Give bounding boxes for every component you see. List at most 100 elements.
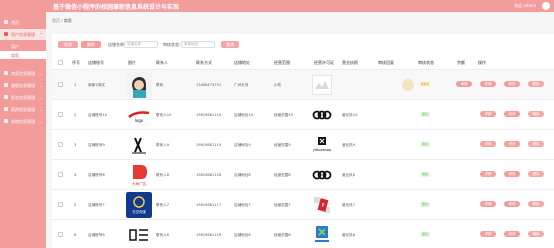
add-button[interactable]: 新增: [58, 41, 78, 48]
row-checkbox[interactable]: [58, 232, 63, 237]
row-phone: 13456473751: [196, 83, 222, 87]
svg-text:P: P: [321, 203, 324, 209]
review-button[interactable]: 审核: [456, 81, 472, 87]
detail-button[interactable]: 详情: [480, 201, 496, 207]
delete-button[interactable]: 删除: [81, 41, 101, 48]
breadcrumb-sep: /: [61, 18, 63, 23]
edit-button[interactable]: 修改: [504, 141, 520, 147]
shop-name-input[interactable]: 店铺名称: [124, 41, 158, 48]
row-checkbox[interactable]: [58, 142, 63, 147]
row-account: 店铺账号10: [88, 113, 107, 117]
table-row: 4 店铺账号8 大海广告 联系人8 19819881118 店铺地址8 经营范围…: [52, 160, 554, 190]
row-scope: 小吃: [274, 83, 282, 87]
th-actions: 操作: [478, 60, 486, 65]
sidebar-sub-merchant[interactable]: 商家: [0, 51, 46, 59]
table-row: 3 店铺账号9 联系人9 19819881119 店铺地址9 经营范围9 yid…: [52, 130, 554, 160]
delete-row-button[interactable]: 删除: [528, 81, 544, 87]
th-image: 图片: [128, 60, 136, 65]
table-row: 1 商家1测试 联系 13456473751 广州天河 小吃 待审核 审核 详情…: [52, 70, 554, 100]
row-scope: 经营范围6: [274, 233, 291, 237]
sidebar-item-merchant[interactable]: 商家信息管理 ⌄: [0, 68, 46, 79]
row-phone: 19819881119: [196, 143, 222, 147]
sidebar-sub-user[interactable]: 用户: [0, 42, 46, 50]
edit-button[interactable]: 修改: [504, 201, 520, 207]
row-account: 店铺账号7: [88, 203, 105, 207]
license-image: [312, 224, 332, 244]
chevron-down-icon: ⌄: [39, 71, 43, 76]
sidebar-item-signup[interactable]: 报名信息管理 ⌄: [0, 92, 46, 103]
status-badge: 通过: [420, 232, 430, 237]
shop-image: 天空传媒: [126, 192, 152, 218]
status-badge: 通过: [420, 202, 430, 207]
detail-button[interactable]: 详情: [480, 81, 496, 87]
row-contact: 联系人8: [156, 173, 170, 177]
select-all-checkbox[interactable]: [58, 60, 63, 65]
sidebar-item-home[interactable]: 首页: [0, 17, 46, 28]
license-image: [312, 105, 332, 125]
sidebar-item-system[interactable]: 系统信息管理 ⌄: [0, 116, 46, 127]
row-phone: 19819881118: [196, 173, 222, 177]
table-header: 序号 店铺账号 图片 联系人 联系方式 店铺地址 经营范围 经营许可证 营业执照…: [52, 56, 554, 70]
status-badge: 待审核: [420, 82, 430, 87]
edit-button[interactable]: 修改: [504, 171, 520, 177]
sidebar-item-users[interactable]: 用户信息管理 ⌃: [0, 29, 46, 40]
search-button[interactable]: 查询: [221, 41, 239, 48]
row-no: 3: [74, 143, 77, 147]
edit-button[interactable]: 修改: [504, 81, 520, 87]
status-label: 审核状态：: [163, 42, 183, 47]
license-image: P: [312, 195, 332, 215]
detail-button[interactable]: 详情: [480, 231, 496, 237]
row-address: 店铺地址8: [234, 173, 251, 177]
row-checkbox[interactable]: [58, 112, 63, 117]
delete-row-button[interactable]: 删除: [528, 111, 544, 117]
user-icon: [4, 32, 8, 36]
status-badge: 通过: [420, 112, 430, 117]
table-row: 2 店铺账号10 logo 联系人10 19819881110 店铺地址10 经…: [52, 100, 554, 130]
row-no: 2: [74, 113, 77, 117]
th-address: 店铺地址: [234, 60, 250, 65]
avatar[interactable]: [542, 2, 550, 10]
edit-button[interactable]: 修改: [504, 111, 520, 117]
chevron-down-icon: ⌄: [39, 83, 43, 88]
shop-image: [126, 222, 152, 248]
table-row: 6 店铺账号6 联系人6 19819881116 店铺地址6 经营范围6 营业执…: [52, 220, 554, 248]
th-license: 经营许可证: [314, 60, 334, 65]
sidebar-item-salary[interactable]: 薪资信息管理 ⌄: [0, 104, 46, 115]
th-no: 序号: [72, 60, 80, 65]
delete-row-button[interactable]: 删除: [528, 201, 544, 207]
row-checkbox[interactable]: [58, 172, 63, 177]
admin-label[interactable]: 欢迎 admin: [514, 3, 536, 9]
briefcase-icon: [4, 83, 8, 87]
shop-icon: [4, 71, 8, 75]
delete-row-button[interactable]: 删除: [528, 171, 544, 177]
breadcrumb-home[interactable]: 首页: [52, 18, 60, 23]
table-row: 5 店铺账号7 天空传媒 联系人7 19819881117 店铺地址7 经营范围…: [52, 190, 554, 220]
row-address: 广州天河: [234, 83, 249, 87]
app-title: 基于微信小程序的校园兼职信息系统设计与实现: [53, 4, 180, 11]
delete-row-button[interactable]: 删除: [528, 141, 544, 147]
main-panel: 新增 删除 店铺名称： 店铺名称 审核状态： 审核状态 查询 序号 店铺账号 图…: [52, 34, 554, 248]
sidebar-item-jobs[interactable]: 兼职信息管理 ⌄: [0, 80, 46, 91]
row-checkbox[interactable]: [58, 202, 63, 207]
row-address: 店铺地址10: [234, 113, 253, 117]
detail-button[interactable]: 详情: [480, 171, 496, 177]
th-status: 审核状态: [418, 60, 434, 65]
detail-button[interactable]: 详情: [480, 111, 496, 117]
row-checkbox[interactable]: [58, 82, 63, 87]
sidebar-item-label: 系统信息管理: [11, 119, 35, 124]
edit-button[interactable]: 修改: [504, 231, 520, 237]
row-no: 5: [74, 203, 77, 207]
sidebar-item-label: 报名信息管理: [11, 95, 35, 100]
money-icon: [4, 107, 8, 111]
row-account: 店铺账号8: [88, 173, 105, 177]
chevron-down-icon: ⌄: [39, 107, 43, 112]
brand-text-dahai: 大海广告: [132, 181, 147, 186]
row-scope: 经营范围10: [274, 113, 293, 117]
row-logo: 营业执7: [342, 203, 356, 207]
delete-row-button[interactable]: 删除: [528, 231, 544, 237]
row-contact: 联系人10: [156, 113, 172, 117]
detail-button[interactable]: 详情: [480, 141, 496, 147]
status-select[interactable]: 审核状态: [181, 41, 215, 48]
row-account: 店铺账号9: [88, 143, 105, 147]
row-contact: 联系: [156, 83, 164, 87]
